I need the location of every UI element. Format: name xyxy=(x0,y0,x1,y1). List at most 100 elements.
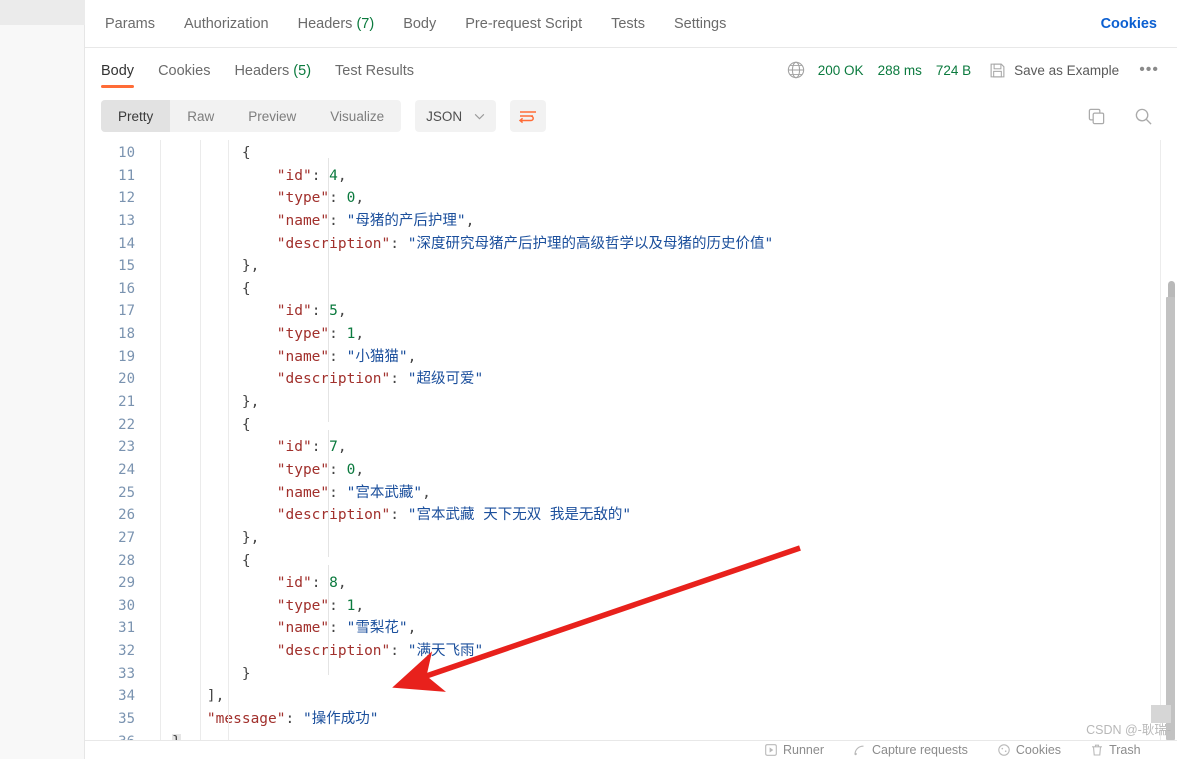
view-mode-segmented-control: Pretty Raw Preview Visualize xyxy=(101,100,402,132)
panel-divider xyxy=(1160,140,1161,740)
request-tab-label: Settings xyxy=(673,15,727,32)
response-tab-headers[interactable]: Headers (5) xyxy=(234,48,311,92)
request-tab-tests[interactable]: Tests xyxy=(611,0,645,48)
code-token: , xyxy=(407,620,417,637)
code-lines: 10 {11 "id": 4, 12 "type": 0, 13 "name": "… xyxy=(85,140,1177,740)
code-line-text: "name": "小猫猫", xyxy=(172,346,417,369)
code-token: : xyxy=(329,212,347,229)
line-number: 23 xyxy=(118,439,135,456)
response-tab-headers-count: (5) xyxy=(293,63,312,79)
format-select[interactable]: JSON xyxy=(415,100,497,132)
response-more-menu[interactable]: ••• xyxy=(1137,61,1161,79)
code-line-text: { xyxy=(172,414,251,437)
bottom-item-label: Cookies xyxy=(1015,743,1062,757)
request-tab-authorization[interactable]: Authorization xyxy=(184,0,269,48)
line-number: 19 xyxy=(118,348,135,365)
request-tab-bar: Params Authorization Headers (7) Body Pr… xyxy=(85,0,1177,48)
response-tab-test-results[interactable]: Test Results xyxy=(335,48,414,92)
code-line: 28 { xyxy=(85,550,1177,573)
request-tab-body[interactable]: Body xyxy=(403,0,436,48)
copy-icon[interactable] xyxy=(1087,107,1106,126)
line-number: 36 xyxy=(85,731,147,740)
line-number: 33 xyxy=(118,665,135,682)
code-token: "雪梨花" xyxy=(346,620,408,637)
bottom-item-cookies[interactable]: Cookies xyxy=(998,743,1061,757)
request-tab-settings[interactable]: Settings xyxy=(674,0,726,48)
view-mode-label: Pretty xyxy=(118,108,154,124)
view-mode-pretty[interactable]: Pretty xyxy=(101,100,171,132)
bottom-item-capture-requests[interactable]: Capture requests xyxy=(854,743,968,757)
code-line-text: ], xyxy=(172,685,224,708)
code-token: : xyxy=(390,235,408,252)
code-line: 25 "name": "宫本武藏", xyxy=(85,482,1177,505)
response-body-code-viewer[interactable]: 10 {11 "id": 4, 12 "type": 0, 13 "name": "… xyxy=(85,140,1177,740)
line-number: 29 xyxy=(118,575,135,592)
code-line-text: }, xyxy=(172,527,259,550)
code-token: "小猫猫" xyxy=(346,348,408,365)
request-tab-params[interactable]: Params xyxy=(105,0,155,48)
code-token: "操作成功" xyxy=(302,711,379,728)
code-token: , xyxy=(465,212,475,229)
code-line-text: }, xyxy=(172,255,259,278)
view-mode-preview[interactable]: Preview xyxy=(231,100,313,132)
bottom-item-trash[interactable]: Trash xyxy=(1091,743,1141,757)
code-token: 5 xyxy=(329,303,338,320)
viewer-toolbar: Pretty Raw Preview Visualize JSON xyxy=(85,92,1177,140)
line-number: 34 xyxy=(118,688,135,705)
left-sidebar xyxy=(0,0,85,759)
code-line: 22 { xyxy=(85,414,1177,437)
code-line-text: "description": "宫本武藏 天下无双 我是无敌的" xyxy=(172,504,631,527)
request-tab-label: Pre-request Script xyxy=(465,15,583,32)
code-token: : xyxy=(390,643,408,660)
code-line: 32 "description": "满天飞雨" xyxy=(85,640,1177,663)
response-tab-label: Test Results xyxy=(335,63,415,79)
trash-icon xyxy=(1092,744,1103,756)
request-tab-pre-request-script[interactable]: Pre-request Script xyxy=(465,0,582,48)
code-token: "id" xyxy=(276,439,312,456)
response-tab-body[interactable]: Body xyxy=(101,48,135,92)
code-token: : xyxy=(329,620,347,637)
gutter-divider-2 xyxy=(200,140,201,740)
chevron-down-icon xyxy=(474,113,485,119)
globe-icon xyxy=(787,61,804,79)
save-icon[interactable] xyxy=(989,62,1006,79)
code-token: "type" xyxy=(276,190,330,207)
code-token: "name" xyxy=(276,212,330,229)
code-token: "宫本武藏" xyxy=(346,484,423,501)
cookies-link[interactable]: Cookies xyxy=(1101,16,1157,32)
code-line: 23 "id": 7, xyxy=(85,436,1177,459)
request-tab-headers[interactable]: Headers (7) xyxy=(298,0,375,48)
code-token: "id" xyxy=(276,303,312,320)
code-line: 27 }, xyxy=(85,527,1177,550)
code-scrollbar-thumb[interactable] xyxy=(1166,297,1175,740)
code-token: "宫本武藏 天下无双 我是无敌的" xyxy=(407,507,632,524)
view-mode-raw[interactable]: Raw xyxy=(170,100,231,132)
capture-icon xyxy=(854,745,864,756)
code-line-text: "id": 7, xyxy=(172,436,347,459)
code-line-text: "description": "深度研究母猪产后护理的高级哲学以及母猪的历史价值… xyxy=(172,233,773,256)
gutter-divider-3 xyxy=(228,140,229,740)
word-wrap-button[interactable] xyxy=(510,100,547,132)
code-token: }, xyxy=(172,394,260,411)
code-token: , xyxy=(337,439,347,456)
view-mode-visualize[interactable]: Visualize xyxy=(313,100,401,132)
sidebar-header-block xyxy=(0,0,85,25)
search-icon[interactable] xyxy=(1134,107,1153,126)
response-tab-cookies[interactable]: Cookies xyxy=(158,48,210,92)
line-number: 16 xyxy=(118,280,135,297)
request-tab-label: Tests xyxy=(611,15,645,32)
code-token: { xyxy=(172,280,251,297)
response-tab-label: Cookies xyxy=(158,63,211,79)
code-line-text: { xyxy=(172,142,251,165)
save-as-example-button[interactable]: Save as Example xyxy=(1014,63,1119,78)
code-line-text: } xyxy=(172,663,251,686)
line-number: 10 xyxy=(118,145,135,161)
bottom-item-runner[interactable]: Runner xyxy=(765,743,824,757)
view-mode-label: Raw xyxy=(187,108,215,124)
